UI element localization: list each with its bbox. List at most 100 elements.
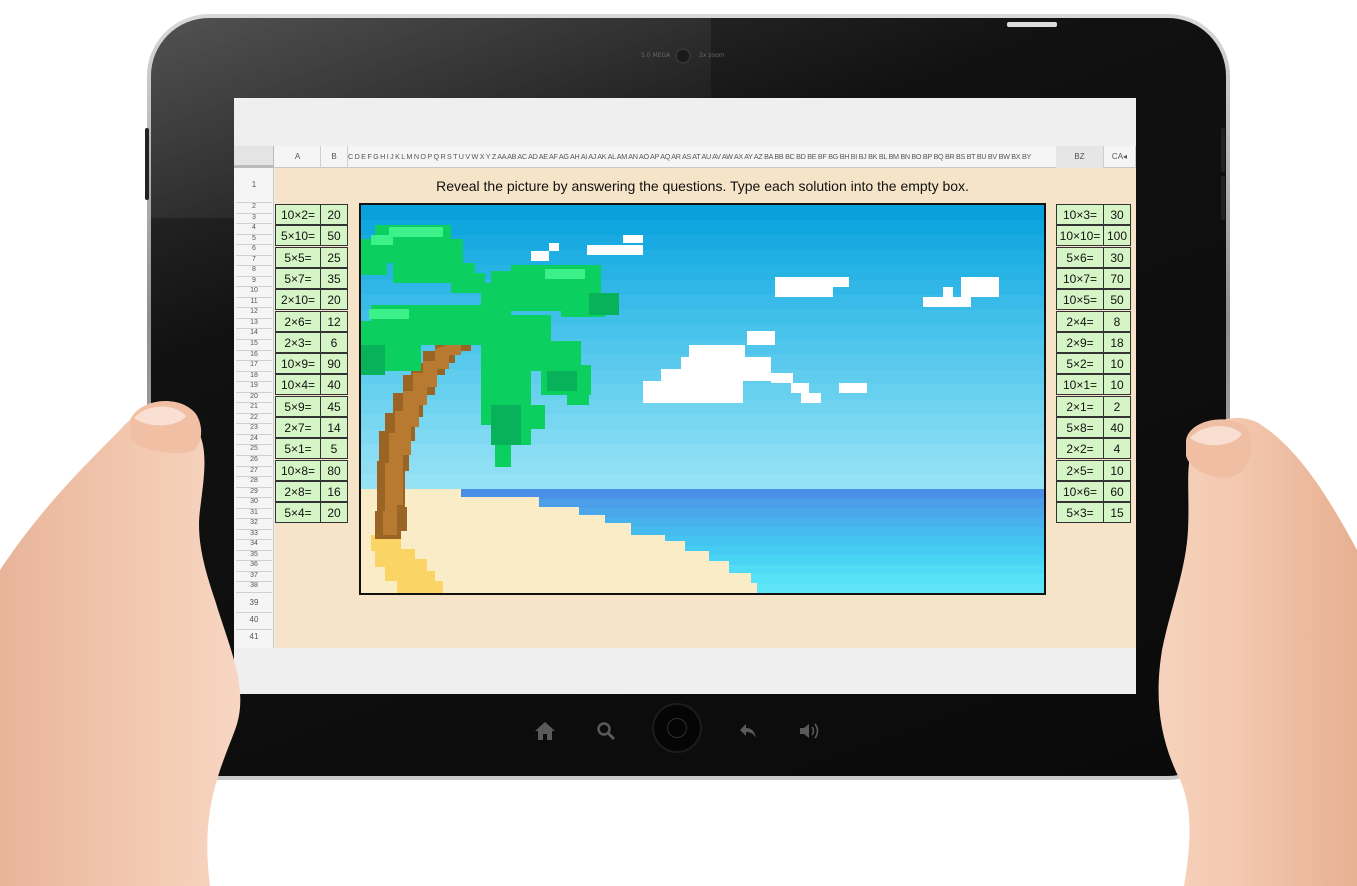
search-icon[interactable] [596,721,616,741]
home-icon[interactable] [534,721,556,741]
right-answer-cell[interactable]: 50 [1103,289,1131,311]
camera-label-left: 5.0 MEGA [641,52,671,59]
left-question-cell[interactable]: 2×10= [275,289,321,311]
column-header-ca[interactable]: CA◂ [1104,146,1136,168]
left-question-cell[interactable]: 5×1= [275,438,321,460]
left-answer-cell[interactable]: 50 [320,225,348,247]
right-hand [1158,417,1357,886]
right-question-cell[interactable]: 5×2= [1056,353,1104,375]
volume-icon[interactable] [798,721,824,741]
right-question-cell[interactable]: 2×4= [1056,310,1104,332]
right-question-cell[interactable]: 10×7= [1056,267,1104,289]
column-header-b[interactable]: B [321,146,348,168]
left-question-cell[interactable]: 10×8= [275,459,321,481]
left-question-cell[interactable]: 2×8= [275,480,321,502]
left-answer-cell[interactable]: 12 [320,310,348,332]
row-header[interactable]: 12 [234,308,274,316]
right-question-cell[interactable]: 10×6= [1056,480,1104,502]
right-question-cell[interactable]: 5×6= [1056,246,1104,268]
row-header-1[interactable]: 1 [234,180,274,189]
row-header[interactable]: 7 [234,256,274,264]
left-answer-cell[interactable]: 20 [320,502,348,524]
left-answer-cell[interactable]: 20 [320,204,348,225]
left-question-cell[interactable]: 5×5= [275,246,321,268]
app-bottom-bar [234,648,1136,694]
tablet-nav-bar [530,705,830,755]
right-answer-cell[interactable]: 10 [1103,374,1131,396]
left-question-cell[interactable]: 5×10= [275,225,321,247]
row-header[interactable]: 19 [234,382,274,390]
column-headers-compressed[interactable]: C D E F G H I J K L M N O P Q R S T U V … [348,146,1056,168]
right-question-cell[interactable]: 2×9= [1056,331,1104,353]
right-answer-cell[interactable]: 18 [1103,331,1131,353]
column-header-bar: A B C D E F G H I J K L M N O P Q R S T … [234,146,1136,168]
sky-band [361,429,1044,446]
left-answer-cell[interactable]: 14 [320,417,348,438]
row-header[interactable]: 4 [234,224,274,232]
right-answer-cell[interactable]: 4 [1103,438,1131,460]
row-header[interactable]: 15 [234,340,274,348]
right-answer-cell[interactable]: 2 [1103,395,1131,417]
sheet-grid: Reveal the picture by answering the ques… [275,168,1136,648]
row-header[interactable]: 13 [234,319,274,327]
left-answer-cell[interactable]: 40 [320,374,348,396]
left-answer-cell[interactable]: 90 [320,353,348,375]
row-header[interactable]: 2 [234,203,274,211]
left-answer-cell[interactable]: 25 [320,246,348,268]
row-header[interactable]: 8 [234,266,274,274]
right-question-cell[interactable]: 5×8= [1056,417,1104,438]
left-question-cell[interactable]: 2×7= [275,417,321,438]
left-answer-cell[interactable]: 35 [320,267,348,289]
left-question-cell[interactable]: 10×4= [275,374,321,396]
left-answer-cell[interactable]: 80 [320,459,348,481]
right-answer-cell[interactable]: 8 [1103,310,1131,332]
right-answer-cell[interactable]: 70 [1103,267,1131,289]
row-header[interactable]: 10 [234,287,274,295]
right-answer-cell[interactable]: 10 [1103,353,1131,375]
sky-band [361,459,1044,476]
left-question-cell[interactable]: 10×2= [275,204,321,225]
right-answer-cell[interactable]: 40 [1103,417,1131,438]
column-header-a[interactable]: A [275,146,321,168]
left-answer-cell[interactable]: 45 [320,395,348,417]
row-header[interactable]: 18 [234,372,274,380]
right-question-cell[interactable]: 2×5= [1056,459,1104,481]
row-header[interactable]: 5 [234,235,274,243]
left-question-cell[interactable]: 10×9= [275,353,321,375]
right-answer-cell[interactable]: 30 [1103,204,1131,225]
left-question-cell[interactable]: 5×7= [275,267,321,289]
right-answer-cell[interactable]: 30 [1103,246,1131,268]
sky-band [361,205,1044,221]
back-icon[interactable] [738,721,760,741]
column-header-bz[interactable]: BZ [1056,146,1104,168]
left-answer-cell[interactable]: 20 [320,289,348,311]
right-question-cell[interactable]: 10×10= [1056,225,1104,247]
right-answer-cell[interactable]: 10 [1103,459,1131,481]
right-answer-cell[interactable]: 60 [1103,480,1131,502]
right-answer-cell[interactable]: 100 [1103,225,1131,247]
row-header[interactable]: 9 [234,277,274,285]
left-question-cell[interactable]: 2×3= [275,331,321,353]
row-header[interactable]: 16 [234,351,274,359]
row-header[interactable]: 14 [234,329,274,337]
left-question-cell[interactable]: 5×9= [275,395,321,417]
right-question-cell[interactable]: 2×1= [1056,395,1104,417]
row-header[interactable]: 6 [234,245,274,253]
row-header[interactable]: 3 [234,214,274,222]
left-answer-cell[interactable]: 16 [320,480,348,502]
home-button[interactable] [654,705,700,751]
right-answer-cell[interactable]: 15 [1103,502,1131,524]
select-all-corner[interactable] [234,146,274,168]
row-header[interactable]: 17 [234,361,274,369]
right-question-cell[interactable]: 10×5= [1056,289,1104,311]
left-answer-cell[interactable]: 5 [320,438,348,460]
right-question-cell[interactable]: 2×2= [1056,438,1104,460]
right-question-cell[interactable]: 10×3= [1056,204,1104,225]
right-question-cell[interactable]: 5×3= [1056,502,1104,524]
left-question-cell[interactable]: 5×4= [275,502,321,524]
row-header[interactable]: 11 [234,298,274,306]
right-question-cell[interactable]: 10×1= [1056,374,1104,396]
sky-band [361,219,1044,236]
left-question-cell[interactable]: 2×6= [275,310,321,332]
left-answer-cell[interactable]: 6 [320,331,348,353]
